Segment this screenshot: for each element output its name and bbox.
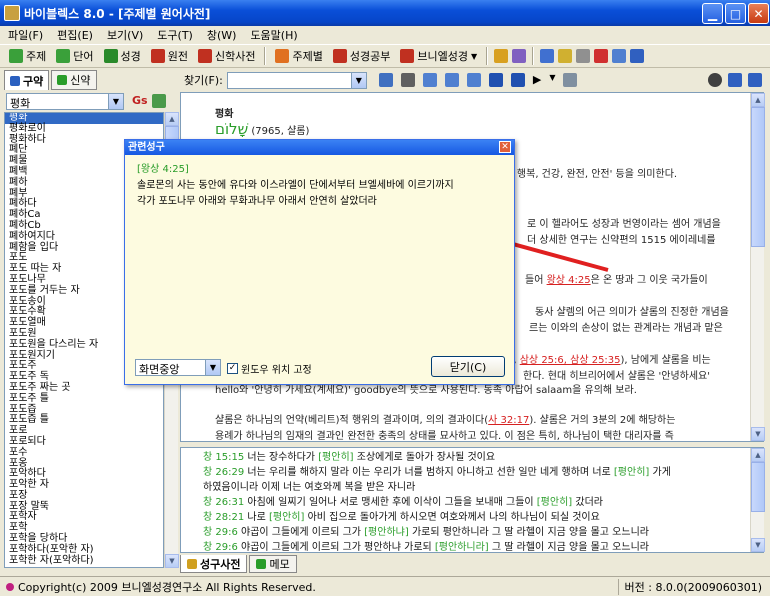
dialog-title-bar: 관련성구 ✕ [125, 140, 514, 155]
related-verse-dialog: 관련성구 ✕ [왕상 4:25] 솔로몬의 사는 동안에 유다와 이스라엘이 단에… [124, 139, 515, 385]
dialog-title: 관련성구 [128, 142, 165, 153]
position-select-value: 화면중앙 [139, 363, 180, 376]
dialog-verse-line2: 각가 포도나무 아래와 무화과나무 아래서 안연히 살았더라 [137, 196, 377, 207]
fix-position-checkbox[interactable]: ✓ [227, 363, 238, 374]
dialog-close-icon[interactable]: ✕ [499, 141, 511, 153]
position-select[interactable]: 화면중앙 ▼ [135, 359, 221, 376]
dialog-footer: 화면중앙 ▼ ✓ 윈도우 위치 고정 닫기(C) [135, 356, 507, 378]
chevron-down-icon[interactable]: ▼ [205, 360, 220, 375]
dialog-verse-line1: 솔로몬의 사는 동안에 유다와 이스라엘이 단에서부터 브엘세바에 이르기까지 [137, 180, 454, 191]
dialog-close-button[interactable]: 닫기(C) [431, 356, 505, 377]
dialog-verse-ref: [왕상 4:25] [137, 164, 189, 175]
fix-position-label: 윈도우 위치 고정 [241, 365, 312, 376]
